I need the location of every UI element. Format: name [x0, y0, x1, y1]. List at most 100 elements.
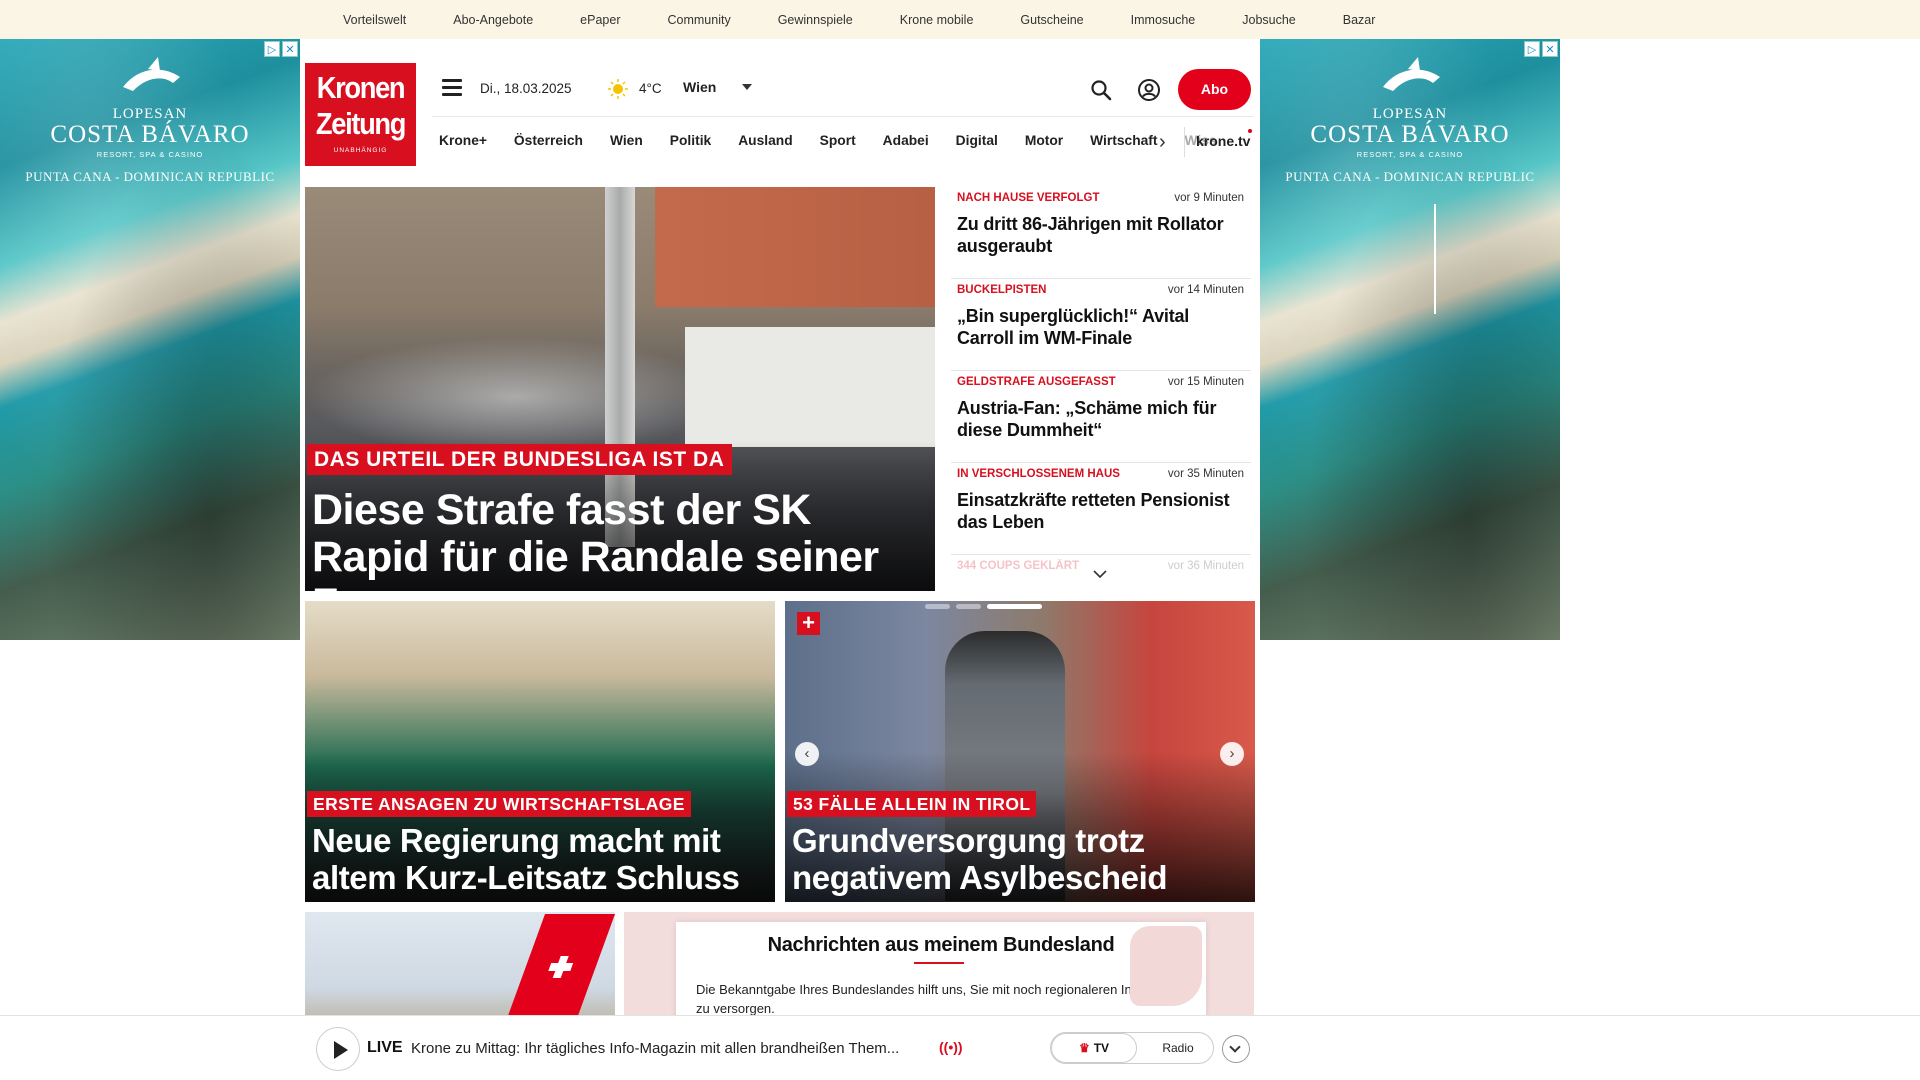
abo-button[interactable]: Abo: [1178, 69, 1251, 110]
card-kicker: 53 FÄLLE ALLEIN IN TIROL: [787, 791, 1037, 817]
nav-item-digital[interactable]: Digital: [956, 133, 998, 148]
menu-icon[interactable]: [442, 79, 462, 98]
article-card[interactable]: ERSTE ANSAGEN ZU WIRTSCHAFTSLAGE Neue Re…: [305, 601, 775, 902]
hero-photo-smoke: [305, 337, 725, 457]
logo-line2: Zeitung: [315, 106, 407, 141]
link-immosuche[interactable]: Immosuche: [1131, 13, 1196, 27]
ad-left[interactable]: ▷ ✕ LOPESAN COSTA BÁVARO RESORT, SPA & C…: [0, 39, 300, 640]
ticker-kicker: NACH HAUSE VERFOLGT: [957, 192, 1100, 204]
card-title: Neue Regierung macht mit altem Kurz-Leit…: [312, 822, 740, 896]
play-button[interactable]: [316, 1027, 360, 1071]
ticker-title: Austria-Fan: „Schäme mich für diese Dumm…: [957, 398, 1217, 440]
city-selector[interactable]: Wien: [683, 79, 753, 95]
nav-item-politik[interactable]: Politik: [670, 133, 711, 148]
link-vorteilswelt[interactable]: Vorteilswelt: [343, 13, 406, 27]
play-icon: [334, 1041, 348, 1059]
carousel-dots: [925, 604, 1042, 609]
carousel-dot[interactable]: [925, 604, 950, 609]
ad-info-icon[interactable]: ▷: [264, 41, 280, 57]
news-ticker: NACH HAUSE VERFOLGT vor 9 Minuten Zu dri…: [951, 187, 1251, 587]
card-kicker: ERSTE ANSAGEN ZU WIRTSCHAFTSLAGE: [307, 791, 691, 817]
ad-brand-line4: PUNTA CANA - DOMINICAN REPUBLIC: [25, 169, 275, 184]
ticker-item[interactable]: IN VERSCHLOSSENEM HAUS vor 35 Minuten Ei…: [951, 463, 1251, 555]
hero-title: Diese Strafe fasst der SK Rapid für die …: [312, 486, 879, 592]
ad-brand-line4: PUNTA CANA - DOMINICAN REPUBLIC: [1285, 169, 1535, 184]
nav-item-wirtschaft[interactable]: Wirtschaft: [1090, 133, 1157, 148]
hero-article[interactable]: DAS URTEIL DER BUNDESLIGA IST DA Diese S…: [305, 187, 935, 591]
player-collapse-chevron-icon[interactable]: [1222, 1035, 1250, 1063]
ticker-item[interactable]: GELDSTRAFE AUSGEFASST vor 15 Minuten Aus…: [951, 371, 1251, 463]
nav-item-kronetv[interactable]: krone.tv: [1196, 133, 1250, 149]
region-modal-title: Nachrichten aus meinem Bundesland: [767, 934, 1115, 956]
main-navigation: Krone+ Österreich Wien Politik Ausland S…: [432, 116, 1254, 167]
link-gewinnspiele[interactable]: Gewinnspiele: [778, 13, 853, 27]
carousel-prev-button[interactable]: ‹: [795, 742, 819, 766]
tv-label: TV: [1093, 1041, 1110, 1055]
site-logo[interactable]: Kronen Zeitung UNABHÄNGIG: [305, 63, 416, 166]
account-icon[interactable]: [1137, 78, 1161, 102]
ticker-item[interactable]: BUCKELPISTEN vor 14 Minuten „Bin supergl…: [951, 279, 1251, 371]
link-abo-angebote[interactable]: Abo-Angebote: [453, 13, 533, 27]
link-krone-mobile[interactable]: Krone mobile: [900, 13, 974, 27]
logo-line1: Kronen: [316, 70, 406, 105]
region-modal-text: Die Bekanntgabe Ihres Bundeslandes hilft…: [696, 982, 1168, 1016]
nav-item-kroneplus[interactable]: Krone+: [439, 133, 487, 148]
chevron-down-icon[interactable]: [1092, 566, 1108, 582]
player-title: Krone zu Mittag: Ihr tägliches Info-Maga…: [411, 1040, 900, 1057]
tv-radio-toggle: ♛ TV Radio: [1050, 1032, 1214, 1064]
nav-scroll-right-icon[interactable]: ›: [1159, 131, 1166, 154]
hero-photo-building: [655, 187, 935, 307]
nav-item-adabei[interactable]: Adabei: [883, 133, 929, 148]
link-jobsuche[interactable]: Jobsuche: [1242, 13, 1296, 27]
ad-brand-line3: RESORT, SPA & CASINO: [1356, 150, 1464, 159]
live-dot: [1248, 129, 1252, 133]
swiss-cross-icon: [548, 956, 574, 978]
krone-plus-badge: +: [797, 612, 820, 635]
ad-badge: ▷ ✕: [264, 41, 298, 57]
nav-divider: [1184, 127, 1185, 157]
caret-down-icon: [742, 84, 753, 90]
ticker-kicker: BUCKELPISTEN: [957, 284, 1047, 296]
article-card-carousel[interactable]: 53 FÄLLE ALLEIN IN TIROL Grundversorgung…: [785, 601, 1255, 902]
service-links: Vorteilswelt Abo-Angebote ePaper Communi…: [343, 0, 1422, 39]
ticker-title: „Bin superglücklich!“ Avital Carroll im …: [957, 306, 1190, 348]
nav-item-motor[interactable]: Motor: [1025, 133, 1063, 148]
ad-right[interactable]: ▷ ✕ LOPESAN COSTA BÁVARO RESORT, SPA & C…: [1260, 39, 1560, 640]
carousel-next-button[interactable]: ›: [1220, 742, 1244, 766]
ad-brand-line3: RESORT, SPA & CASINO: [96, 150, 204, 159]
carousel-dot[interactable]: [956, 604, 981, 609]
tv-toggle-button[interactable]: ♛ TV: [1051, 1033, 1137, 1063]
city-label: Wien: [683, 79, 717, 95]
ad-close-icon[interactable]: ✕: [1542, 41, 1558, 57]
nav-item-wien[interactable]: Wien: [610, 133, 643, 148]
ad-info-icon[interactable]: ▷: [1524, 41, 1540, 57]
carousel-dot-active[interactable]: [987, 604, 1042, 609]
ticker-time: vor 9 Minuten: [1174, 192, 1244, 204]
link-community[interactable]: Community: [667, 13, 730, 27]
ad-brand-line2: COSTA BÁVARO: [1310, 121, 1510, 148]
nav-item-oesterreich[interactable]: Österreich: [514, 133, 583, 148]
ticker-kicker: 344 COUPS GEKLÄRT: [957, 560, 1080, 572]
plane-tail: [504, 914, 615, 1024]
radio-toggle-button[interactable]: Radio: [1145, 1033, 1211, 1063]
ticker-time: vor 35 Minuten: [1167, 468, 1244, 480]
ticker-time: vor 36 Minuten: [1167, 560, 1244, 572]
search-icon[interactable]: [1090, 79, 1112, 101]
link-gutscheine[interactable]: Gutscheine: [1020, 13, 1083, 27]
nav-item-ausland[interactable]: Ausland: [738, 133, 792, 148]
austria-map-icon: [1130, 926, 1202, 1006]
link-epaper[interactable]: ePaper: [580, 13, 620, 27]
ticker-item[interactable]: NACH HAUSE VERFOLGT vor 9 Minuten Zu dri…: [951, 187, 1251, 279]
nav-items: Krone+ Österreich Wien Politik Ausland S…: [439, 133, 1244, 148]
nav-item-sport[interactable]: Sport: [820, 133, 856, 148]
link-bazar[interactable]: Bazar: [1343, 13, 1376, 27]
ticker-kicker: GELDSTRAFE AUSGEFASST: [957, 376, 1116, 388]
sun-icon: [608, 79, 628, 99]
hero-kicker: DAS URTEIL DER BUNDESLIGA IST DA: [307, 444, 733, 475]
ad-badge: ▷ ✕: [1524, 41, 1558, 57]
temperature: 4°C: [639, 81, 662, 96]
live-label: LIVE: [367, 1039, 403, 1056]
top-service-bar: Vorteilswelt Abo-Angebote ePaper Communi…: [0, 0, 1920, 39]
crown-icon: ♛: [1078, 1041, 1090, 1055]
ad-close-icon[interactable]: ✕: [282, 41, 298, 57]
